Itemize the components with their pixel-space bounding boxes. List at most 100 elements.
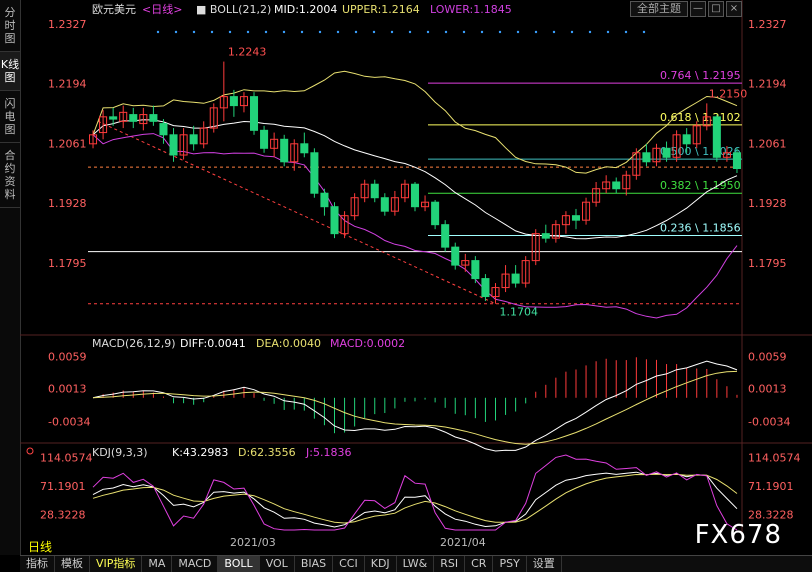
candle-body [541, 233, 550, 239]
candle-body [571, 215, 581, 221]
fib-label: 0.500 \ 1.2026 [660, 145, 741, 158]
macd-diff: DIFF:0.0041 [180, 337, 246, 350]
candle-body [189, 134, 198, 145]
kdj-tick-right: 71.1901 [748, 480, 794, 493]
kdj-tick-left: 71.1901 [40, 480, 86, 493]
kdj-d: D:62.3556 [238, 446, 296, 459]
restore-icon[interactable]: □ [708, 1, 724, 17]
tab-lightning[interactable]: 闪电图 [0, 91, 20, 143]
candle-body [410, 183, 420, 208]
top-dot [426, 30, 430, 34]
toolbar-9[interactable]: KDJ [365, 556, 397, 572]
toolbar-7[interactable]: BIAS [295, 556, 334, 572]
price-tick-left: 1.1928 [48, 197, 87, 210]
kdj-j-line [92, 454, 738, 531]
toolbar-8[interactable]: CCI [333, 556, 365, 572]
x-label-1: 2021/03 [230, 536, 276, 549]
toolbar-1[interactable]: 模板 [55, 556, 90, 572]
price-tick-left: 1.2194 [48, 78, 87, 91]
main-theme-select[interactable]: 全部主题 [630, 1, 688, 17]
top-dot [264, 30, 268, 34]
candle-body [662, 147, 671, 158]
candle-body [712, 116, 721, 158]
candle-body [511, 273, 520, 284]
kdj-label: KDJ(9,3,3) [92, 446, 148, 459]
top-dot [300, 30, 304, 34]
candle-body [732, 152, 741, 170]
candle-body [431, 201, 440, 226]
candle-body [451, 246, 460, 266]
top-dot [318, 30, 322, 34]
toolbar-3[interactable]: MA [142, 556, 173, 572]
x-label-2: 2021/04 [440, 536, 486, 549]
candle-body [280, 138, 289, 163]
candle-body [300, 143, 309, 154]
candle-body [380, 197, 389, 212]
recent-high-annotation: 1.2150 [709, 87, 748, 100]
top-dot [282, 30, 286, 34]
candle-body [310, 152, 319, 194]
toolbar-4[interactable]: MACD [172, 556, 219, 572]
period-label[interactable]: 日线 [28, 538, 52, 555]
candle-body [612, 181, 621, 190]
boll-lower: LOWER:1.1845 [430, 3, 512, 16]
candle-body [471, 260, 480, 280]
top-dot [588, 30, 592, 34]
macd-tick-left: 0.0013 [48, 383, 87, 396]
top-dot [480, 30, 484, 34]
kdj-tick-left: 114.0574 [40, 452, 93, 465]
price-tick-right: 1.2194 [748, 78, 787, 91]
top-dot [642, 30, 646, 34]
top-dot [408, 30, 412, 34]
kdj-d-line [92, 473, 738, 524]
tab-contract-info[interactable]: 合约资料 [0, 143, 20, 208]
sidebar: 分时图 K线图 闪电图 合约资料 [0, 0, 21, 555]
fib-label: 0.618 \ 1.2102 [660, 111, 741, 124]
fib-label: 0.764 \ 1.2195 [660, 69, 741, 82]
macd-tick-left: 0.0059 [48, 350, 87, 363]
candle-body [249, 96, 259, 131]
minimize-icon[interactable]: — [690, 1, 706, 17]
top-dot [498, 30, 502, 34]
kdj-settings-icon [26, 447, 34, 455]
kdj-j: J:5.1836 [305, 446, 351, 459]
boll-mid-line [92, 119, 738, 240]
fib-label: 0.382 \ 1.1950 [660, 179, 741, 192]
price-tick-right: 1.1928 [748, 197, 787, 210]
toolbar-10[interactable]: LW& [397, 556, 435, 572]
boll-upper-line [92, 70, 738, 174]
candle-body [260, 129, 269, 149]
price-tick-right: 1.2327 [748, 18, 787, 31]
macd-dea: DEA:0.0040 [256, 337, 321, 350]
fib-label: 0.236 \ 1.1856 [660, 221, 741, 234]
candle-body [642, 152, 651, 163]
toolbar-2[interactable]: VIP指标 [90, 556, 143, 572]
period-tag: <日线> [142, 2, 182, 16]
candle-body [129, 114, 138, 122]
macd-tick-right: 0.0059 [748, 350, 787, 363]
toolbar-11[interactable]: RSI [434, 556, 466, 572]
toolbar-13[interactable]: PSY [493, 556, 527, 572]
candle-body [169, 134, 178, 156]
candle-body [441, 224, 450, 248]
watermark-logo: FX678 [694, 520, 782, 550]
toolbar-6[interactable]: VOL [260, 556, 295, 572]
boll-upper: UPPER:1.2164 [342, 3, 420, 16]
toolbar-14[interactable]: 设置 [527, 556, 562, 572]
candle-body [370, 183, 379, 199]
kdj-k: K:43.2983 [172, 446, 228, 459]
boll-label: ■ BOLL(21,2) [196, 3, 271, 16]
toolbar-5[interactable]: BOLL [218, 556, 260, 572]
symbol-title: 欧元美元 [92, 3, 136, 16]
candle-body [320, 192, 329, 208]
top-dot [354, 30, 358, 34]
candle-body [330, 206, 339, 235]
top-dot [192, 30, 196, 34]
chart-area[interactable]: 欧元美元 <日线> ■ BOLL(21,2) MID:1.2004 UPPER:1.21… [20, 0, 812, 555]
toolbar-12[interactable]: CR [465, 556, 494, 572]
indicator-toolbar: 指标 模板 VIP指标 MA MACD BOLL VOL BIAS CCI KDJ LW& RSI CR… [20, 555, 812, 572]
tab-timeshare[interactable]: 分时图 [0, 0, 20, 52]
toolbar-0[interactable]: 指标 [20, 556, 55, 572]
close-icon[interactable]: × [726, 1, 742, 17]
tab-kline[interactable]: K线图 [0, 52, 20, 91]
